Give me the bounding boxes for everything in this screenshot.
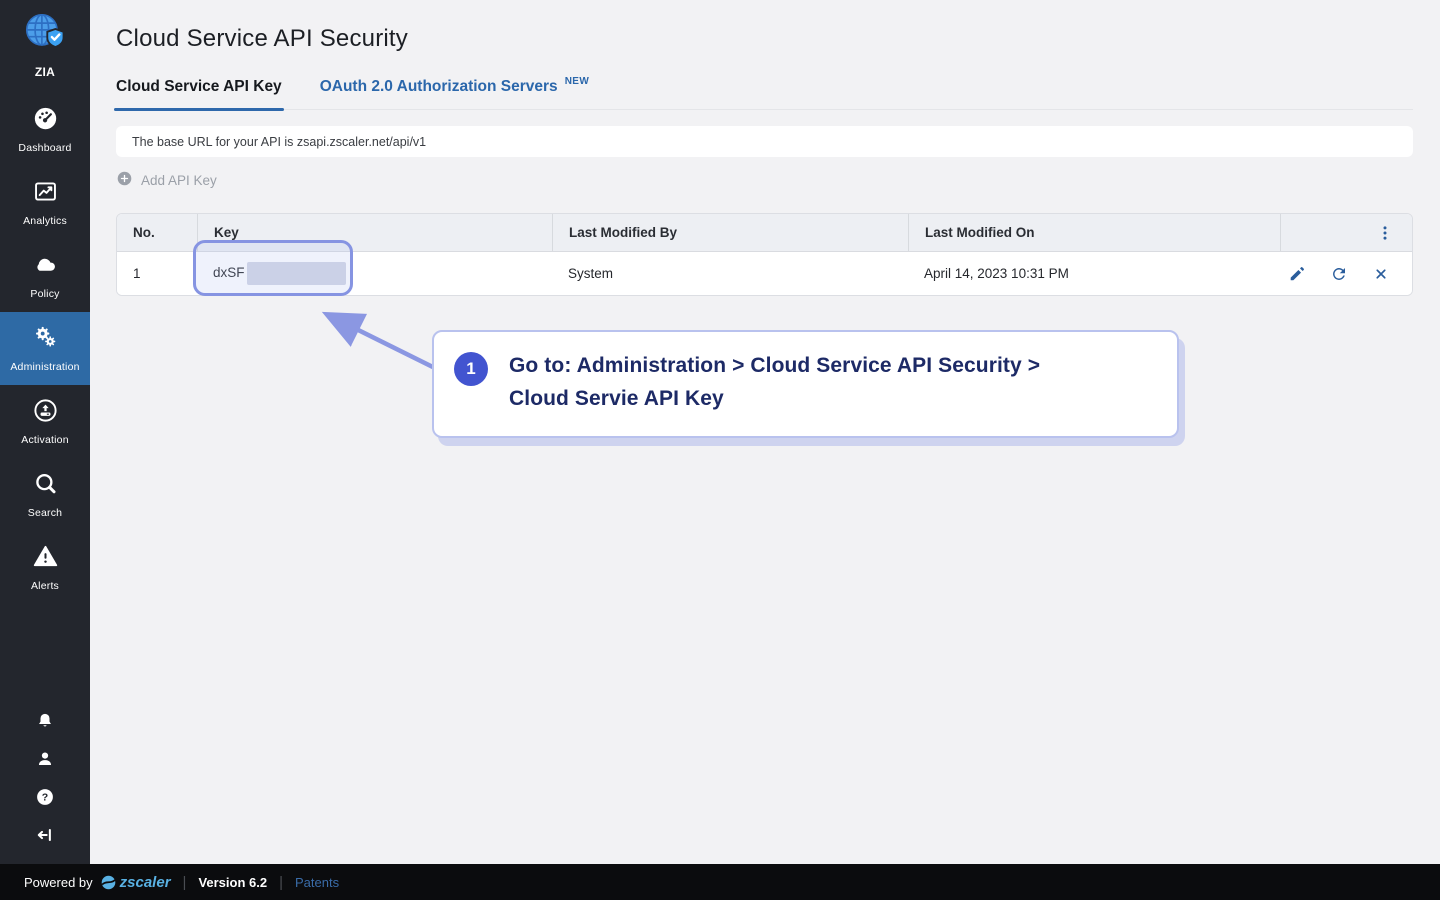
instruction-line-1: Go to: Administration > Cloud Service AP…	[509, 354, 1041, 377]
cloud-icon	[32, 251, 59, 283]
tab-label: OAuth 2.0 Authorization Servers	[319, 78, 558, 95]
sidebar-utility-icons: ?	[34, 710, 56, 846]
version-label: Version 6.2	[198, 874, 268, 890]
column-header-last-modified-on[interactable]: Last Modified On	[908, 214, 1280, 251]
sidebar-item-label: Administration	[10, 361, 80, 373]
plus-circle-icon	[116, 170, 133, 190]
sidebar-item-activation[interactable]: Activation	[0, 385, 90, 458]
user-icon[interactable]	[34, 748, 56, 770]
api-base-url-info-bar: The base URL for your API is zsapi.zscal…	[116, 126, 1413, 157]
sidebar-item-policy[interactable]: Policy	[0, 239, 90, 312]
footer-separator: |	[279, 873, 283, 891]
table-header: No. Key Last Modified By Last Modified O…	[117, 214, 1412, 252]
help-icon[interactable]: ?	[34, 786, 56, 808]
bell-icon[interactable]	[34, 710, 56, 732]
sidebar-item-label: Activation	[21, 434, 69, 446]
zia-globe-shield-icon	[20, 8, 70, 63]
api-key-redaction-block	[246, 262, 346, 285]
gauge-icon	[32, 105, 59, 137]
powered-by-label: Powered by	[24, 874, 93, 890]
column-header-last-modified-by[interactable]: Last Modified By	[552, 214, 908, 251]
sidebar-item-dashboard[interactable]: Dashboard	[0, 93, 90, 166]
sidebar-item-label: Dashboard	[18, 142, 72, 154]
footer-separator: |	[182, 873, 187, 891]
kebab-menu-icon[interactable]	[1376, 222, 1394, 244]
collapse-sidebar-icon[interactable]	[34, 824, 56, 846]
footer: Powered by zscaler | Version 6.2 | Paten…	[0, 864, 1440, 900]
activation-upload-icon	[32, 397, 59, 429]
tab-bar: Cloud Service API Key OAuth 2.0 Authoriz…	[114, 76, 1413, 111]
search-icon	[32, 470, 59, 502]
add-api-key-button[interactable]: Add API Key	[116, 170, 217, 190]
table-row: 1 dxSF System April 14, 2023 10:31 PM	[117, 252, 1412, 295]
sidebar-item-alerts[interactable]: Alerts	[0, 531, 90, 604]
cell-key: dxSF	[197, 262, 552, 285]
page-title: Cloud Service API Security	[116, 25, 408, 52]
tab-oauth-authorization-servers[interactable]: OAuth 2.0 Authorization Servers NEW	[319, 76, 590, 109]
sidebar-item-label: Search	[27, 507, 63, 519]
tab-label: Cloud Service API Key	[116, 78, 282, 95]
sidebar: ZIA Dashboard Analytics Policy Administr…	[0, 0, 90, 864]
cell-last-modified-on: April 14, 2023 10:31 PM	[924, 266, 1069, 281]
refresh-icon[interactable]	[1330, 265, 1348, 283]
sidebar-item-label: Analytics	[23, 215, 67, 227]
tab-cloud-service-api-key[interactable]: Cloud Service API Key	[114, 78, 284, 111]
column-header-key[interactable]: Key	[197, 214, 552, 251]
gears-icon	[32, 324, 59, 356]
column-header-actions	[1280, 214, 1412, 251]
row-actions	[1280, 265, 1412, 283]
column-header-no[interactable]: No.	[117, 214, 197, 251]
step-number-badge: 1	[454, 352, 488, 386]
sidebar-item-search[interactable]: Search	[0, 458, 90, 531]
instruction-text: Go to: Administration > Cloud Service AP…	[509, 349, 1040, 436]
sidebar-nav: Dashboard Analytics Policy Administratio…	[0, 93, 90, 604]
instruction-callout: 1 Go to: Administration > Cloud Service …	[432, 330, 1179, 438]
delete-icon[interactable]	[1372, 265, 1390, 283]
patents-link[interactable]: Patents	[295, 875, 339, 890]
zscaler-wordmark: zscaler	[119, 873, 171, 891]
api-key-table: No. Key Last Modified By Last Modified O…	[116, 213, 1413, 296]
zia-label: ZIA	[34, 65, 56, 79]
api-base-url-text: The base URL for your API is zsapi.zscal…	[132, 134, 427, 149]
zscaler-logo-icon	[100, 874, 117, 891]
zscaler-brand: zscaler	[100, 874, 171, 891]
svg-text:?: ?	[42, 792, 48, 804]
cell-no: 1	[133, 266, 141, 281]
sidebar-item-zia[interactable]: ZIA	[20, 8, 70, 79]
add-api-key-label: Add API Key	[141, 172, 217, 188]
api-key-visible-text: dxSF	[213, 265, 245, 281]
instruction-line-2: Cloud Servie API Key	[509, 387, 724, 410]
edit-icon[interactable]	[1288, 265, 1306, 283]
cell-last-modified-by: System	[568, 266, 614, 281]
sidebar-item-label: Policy	[30, 288, 60, 300]
sidebar-item-administration[interactable]: Administration	[0, 312, 90, 385]
line-chart-icon	[32, 178, 59, 210]
alert-triangle-icon	[32, 543, 59, 575]
sidebar-item-analytics[interactable]: Analytics	[0, 166, 90, 239]
sidebar-item-label: Alerts	[30, 580, 60, 592]
new-badge: NEW	[564, 76, 590, 87]
